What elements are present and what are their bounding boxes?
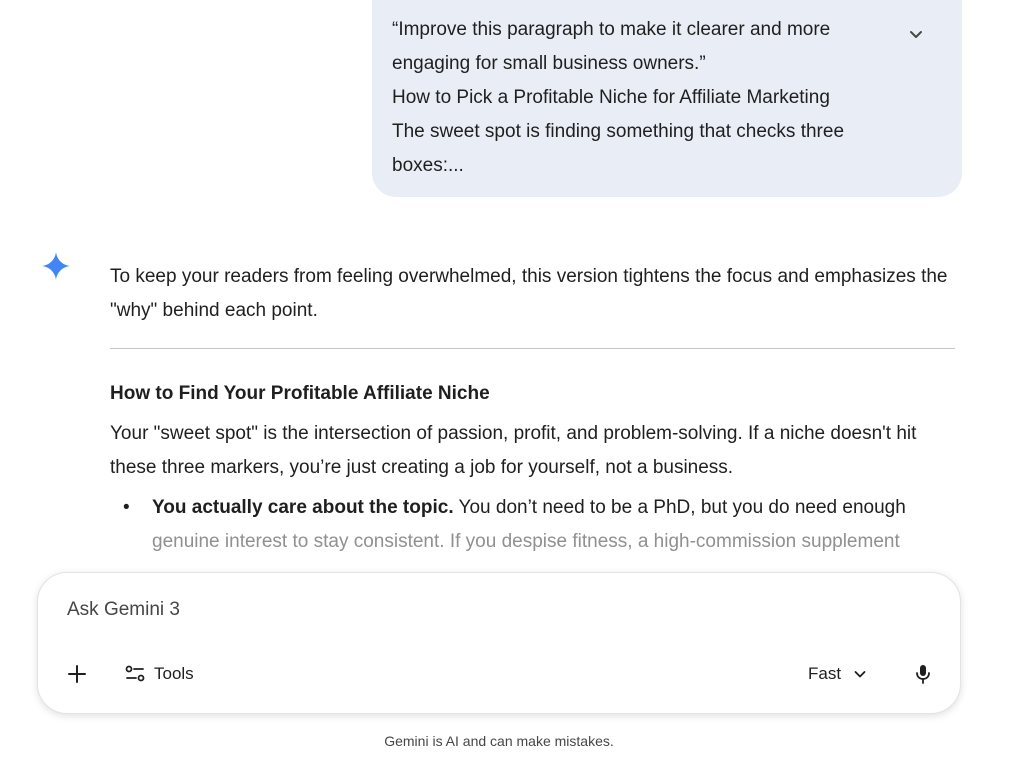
add-icon[interactable]	[65, 662, 89, 686]
divider	[110, 348, 955, 349]
model-mode-dropdown[interactable]: Fast	[808, 659, 867, 689]
user-message-line: How to Pick a Profitable Niche for Affil…	[392, 87, 830, 108]
prompt-input-box[interactable]: Ask Gemini 3 Tools Fast	[37, 572, 961, 714]
user-message-bubble: “Improve this paragraph to make it clear…	[372, 0, 962, 197]
response-intro: To keep your readers from feeling overwh…	[110, 266, 948, 321]
model-mode-label: Fast	[808, 664, 842, 683]
user-message-line: The sweet spot is finding something that…	[392, 121, 845, 142]
response-bullet-list: You actually care about the topic. You d…	[110, 491, 955, 559]
user-message-line: engaging for small business owners.”	[392, 53, 706, 74]
chevron-down-icon	[854, 671, 866, 678]
user-message-line: “Improve this paragraph to make it clear…	[392, 19, 831, 40]
list-item: You actually care about the topic. You d…	[123, 491, 955, 559]
response-heading: How to Find Your Profitable Affiliate Ni…	[110, 383, 490, 404]
tools-label: Tools	[154, 664, 194, 683]
user-message-line: boxes:...	[392, 155, 464, 176]
bullet-text-faded: genuine interest to stay consistent. If …	[152, 531, 900, 552]
tools-button[interactable]: Tools	[124, 659, 194, 689]
gemini-sparkle-icon	[42, 252, 70, 280]
expand-message-button[interactable]	[904, 22, 928, 46]
model-response: To keep your readers from feeling overwh…	[110, 260, 955, 559]
bullet-text: You don’t need to be a PhD, but you do n…	[453, 497, 906, 518]
chevron-down-icon	[910, 31, 922, 38]
prompt-input[interactable]: Ask Gemini 3	[67, 599, 180, 621]
tools-icon	[125, 665, 145, 682]
disclaimer-text: Gemini is AI and can make mistakes.	[384, 733, 614, 749]
bullet-bold-text: You actually care about the topic.	[152, 497, 454, 518]
response-paragraph: Your "sweet spot" is the intersection of…	[110, 423, 917, 478]
microphone-icon[interactable]	[911, 662, 935, 686]
